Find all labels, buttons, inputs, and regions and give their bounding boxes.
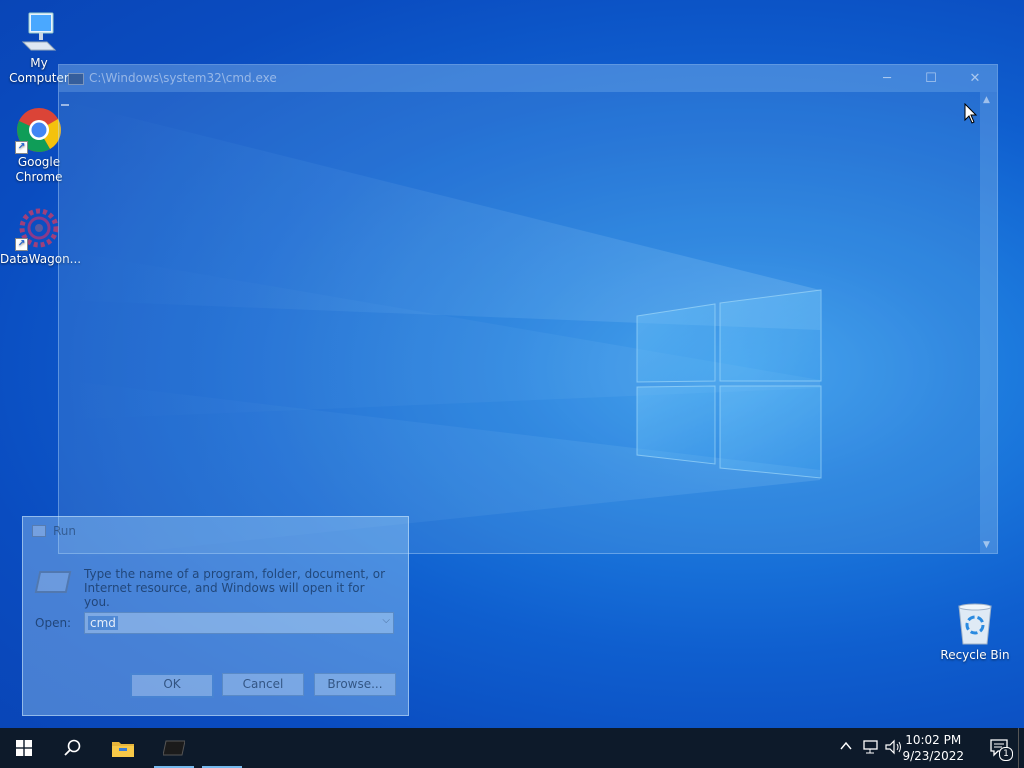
vertical-scrollbar[interactable]: ▲ ▼	[980, 92, 997, 553]
search-button[interactable]	[48, 728, 96, 768]
run-dialog[interactable]: Run Type the name of a program, folder, …	[22, 516, 409, 716]
scroll-up-icon[interactable]: ▲	[983, 95, 990, 105]
maximize-button[interactable]: ☐	[909, 65, 953, 92]
cmd-taskbar-button[interactable]	[150, 728, 198, 768]
run-program-icon	[34, 571, 72, 593]
notification-center-button[interactable]: 1	[990, 738, 1013, 761]
run-title: Run	[53, 524, 77, 538]
network-icon[interactable]	[862, 739, 880, 759]
open-input-value[interactable]: cmd	[88, 616, 118, 630]
file-explorer-button[interactable]	[99, 728, 147, 768]
clock-date: 9/23/2022	[902, 749, 964, 763]
run-icon	[32, 525, 46, 537]
run-taskbar-button[interactable]	[198, 728, 246, 768]
notification-badge: 1	[999, 747, 1013, 761]
tray-clock[interactable]: 10:02 PM 9/23/2022	[902, 732, 964, 764]
ok-button[interactable]: OK	[130, 673, 214, 698]
cmd-titlebar[interactable]: C:\Windows\system32\cmd.exe ─ ☐ ✕	[59, 65, 997, 92]
start-button[interactable]	[0, 728, 48, 768]
gear-icon: ↗	[15, 206, 62, 251]
shortcut-arrow-icon: ↗	[15, 141, 28, 154]
start-icon	[16, 740, 32, 756]
cmd-console[interactable]	[59, 92, 980, 553]
desktop-icon-recycle-bin[interactable]: Recycle Bin	[936, 602, 1014, 663]
desktop-icon-label: Recycle Bin	[940, 648, 1010, 662]
volume-icon[interactable]	[885, 739, 903, 759]
file-explorer-icon	[112, 742, 134, 757]
clock-time: 10:02 PM	[905, 733, 962, 747]
cancel-button[interactable]: Cancel	[222, 673, 304, 696]
scroll-down-icon[interactable]: ▼	[983, 540, 990, 550]
mouse-pointer-icon	[964, 103, 978, 124]
taskbar: 10:02 PM 9/23/2022 1	[0, 728, 1024, 768]
cmd-icon	[163, 740, 185, 756]
cmd-window[interactable]: C:\Windows\system32\cmd.exe ─ ☐ ✕ ▲ ▼	[58, 64, 998, 554]
open-label: Open:	[35, 616, 72, 630]
search-icon	[64, 739, 81, 756]
text-cursor	[61, 104, 69, 106]
chrome-icon: ↗	[15, 107, 62, 154]
close-button[interactable]: ✕	[953, 65, 997, 92]
minimize-button[interactable]: ─	[865, 65, 909, 92]
shortcut-arrow-icon: ↗	[15, 238, 28, 251]
cmd-title: C:\Windows\system32\cmd.exe	[89, 71, 277, 85]
open-input[interactable]: cmd ⌵	[84, 612, 394, 634]
browse-button[interactable]: Browse...	[314, 673, 396, 696]
chevron-down-icon[interactable]: ⌵	[382, 615, 390, 626]
computer-icon	[17, 10, 61, 54]
recycle-bin-icon	[955, 602, 995, 646]
cmd-icon	[68, 73, 84, 85]
run-description: Type the name of a program, folder, docu…	[84, 567, 386, 609]
chevron-up-icon[interactable]	[839, 739, 853, 757]
show-desktop-button[interactable]	[1018, 728, 1024, 768]
